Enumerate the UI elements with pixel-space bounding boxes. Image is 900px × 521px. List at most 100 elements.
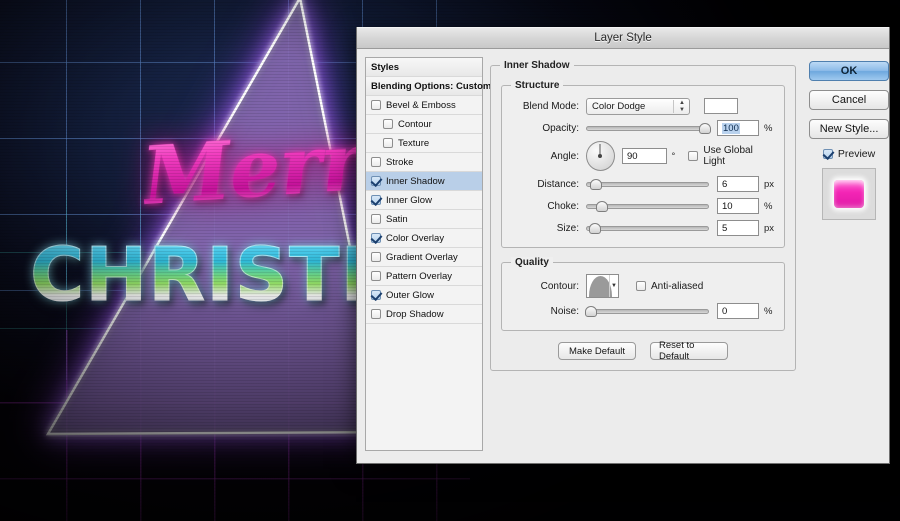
angle-dial[interactable] [586,141,615,171]
checkbox-pattern-overlay[interactable] [371,271,381,281]
style-item-inner-shadow[interactable]: Inner Shadow [366,172,482,191]
style-item-inner-glow[interactable]: Inner Glow [366,191,482,210]
styles-list[interactable]: Styles Blending Options: Custom Bevel & … [365,57,491,451]
style-item-stroke[interactable]: Stroke [366,153,482,172]
angle-input[interactable]: 90 [621,148,667,164]
dialog-title: Layer Style [594,32,652,44]
ok-button[interactable]: OK [809,61,890,81]
use-global-light-label: Use Global Light [703,145,753,167]
opacity-input[interactable]: 100 [717,120,759,136]
effect-panel: Inner Shadow Structure Blend Mode: Color… [490,57,797,456]
style-label: Bevel & Emboss [386,99,456,111]
preview-toggle-row[interactable]: Preview [822,148,876,160]
noise-label: Noise: [550,305,579,317]
contour-label: Contour: [540,280,579,292]
distance-slider[interactable] [586,176,709,192]
checkbox-bevel-emboss[interactable] [371,100,381,110]
preview-swatch-icon [834,180,865,208]
size-value: 5 [722,222,728,234]
anti-aliased-row[interactable]: Anti-aliased [636,281,703,292]
slider-thumb[interactable] [589,179,602,190]
noise-unit: % [764,305,773,317]
noise-input[interactable]: 0 [717,303,759,319]
slider-thumb[interactable] [584,306,597,317]
quality-legend: Quality [511,257,553,268]
opacity-slider[interactable] [586,120,712,136]
blend-mode-select[interactable]: Color Dodge ▲ ▼ [586,97,690,115]
dialog-body: Styles Blending Options: Custom Bevel & … [357,49,890,464]
checkbox-gradient-overlay[interactable] [371,252,381,262]
screen: Merry CHRISTMAS Layer Style Styles Blend… [0,0,900,521]
blend-mode-label: Blend Mode: [522,100,579,112]
size-input[interactable]: 5 [717,220,759,236]
checkbox-texture[interactable] [383,138,393,148]
style-item-contour[interactable]: Contour [366,115,482,134]
preview-label: Preview [837,148,876,160]
size-slider[interactable] [586,220,709,236]
dialog-titlebar[interactable]: Layer Style [357,27,889,49]
style-label: Texture [398,137,430,149]
chevron-down-icon[interactable]: ▼ [611,283,617,289]
style-item-bevel-emboss[interactable]: Bevel & Emboss [366,96,482,115]
checkbox-color-overlay[interactable] [371,233,381,243]
slider-track [586,226,709,231]
contour-preset-picker[interactable]: ▼ [586,274,619,298]
choke-row: Choke: 10 % [512,195,774,217]
distance-input[interactable]: 6 [717,176,759,192]
checkbox-stroke[interactable] [371,157,381,167]
checkbox-use-global-light[interactable] [688,151,699,161]
style-item-pattern-overlay[interactable]: Pattern Overlay [366,267,482,286]
style-item-texture[interactable]: Texture [366,134,482,153]
reset-to-default-button[interactable]: Reset to Default [650,340,729,362]
style-label: Satin [386,213,408,225]
new-style-button[interactable]: New Style... [809,119,890,139]
checkbox-contour[interactable] [383,119,393,129]
slider-thumb[interactable] [595,201,608,212]
slider-track [586,182,709,187]
use-global-light-row[interactable]: Use Global Light [688,145,774,167]
preview-thumbnail [822,168,877,220]
opacity-value: 100 [722,122,740,134]
blending-options-label: Blending Options: Custom [371,80,492,92]
style-item-color-overlay[interactable]: Color Overlay [366,229,482,248]
style-item-drop-shadow[interactable]: Drop Shadow [366,305,482,324]
angle-row: Angle: 90 ° Use Global Light [512,139,774,173]
style-item-outer-glow[interactable]: Outer Glow [366,286,482,305]
blending-options-row[interactable]: Blending Options: Custom [366,77,491,96]
distance-unit: px [764,178,775,190]
angle-value: 90 [626,150,638,162]
checkbox-drop-shadow[interactable] [371,309,381,319]
style-label: Gradient Overlay [386,251,458,263]
layer-style-dialog: Layer Style Styles Blending Options: Cus… [356,27,890,464]
slider-track [586,126,709,131]
style-label: Outer Glow [386,289,435,301]
checkbox-inner-glow[interactable] [371,195,381,205]
checkbox-anti-aliased[interactable] [636,281,646,291]
checkbox-satin[interactable] [371,214,381,224]
choke-slider[interactable] [586,198,709,214]
slider-thumb[interactable] [699,123,712,134]
shadow-color-swatch[interactable] [704,98,738,114]
choke-unit: % [764,200,773,212]
style-label: Inner Shadow [386,175,445,187]
noise-value: 0 [722,305,728,317]
choke-input[interactable]: 10 [717,198,759,214]
styles-list-header[interactable]: Styles [366,58,482,77]
size-row: Size: 5 px [512,217,774,239]
checkbox-outer-glow[interactable] [371,290,381,300]
style-label: Inner Glow [386,194,432,206]
distance-label: Distance: [537,178,579,190]
structure-legend: Structure [511,80,564,91]
style-item-satin[interactable]: Satin [366,210,482,229]
slider-thumb[interactable] [588,223,601,234]
dial-hub-icon [598,154,603,158]
style-item-gradient-overlay[interactable]: Gradient Overlay [366,248,482,267]
noise-slider[interactable] [584,303,709,319]
checkbox-preview[interactable] [822,149,833,159]
inner-shadow-section: Inner Shadow Structure Blend Mode: Color… [490,60,797,371]
noise-row: Noise: 0 % [512,300,774,322]
make-default-button[interactable]: Make Default [558,342,637,360]
contour-divider [609,275,610,297]
checkbox-inner-shadow[interactable] [371,176,381,186]
cancel-button[interactable]: Cancel [809,90,890,110]
